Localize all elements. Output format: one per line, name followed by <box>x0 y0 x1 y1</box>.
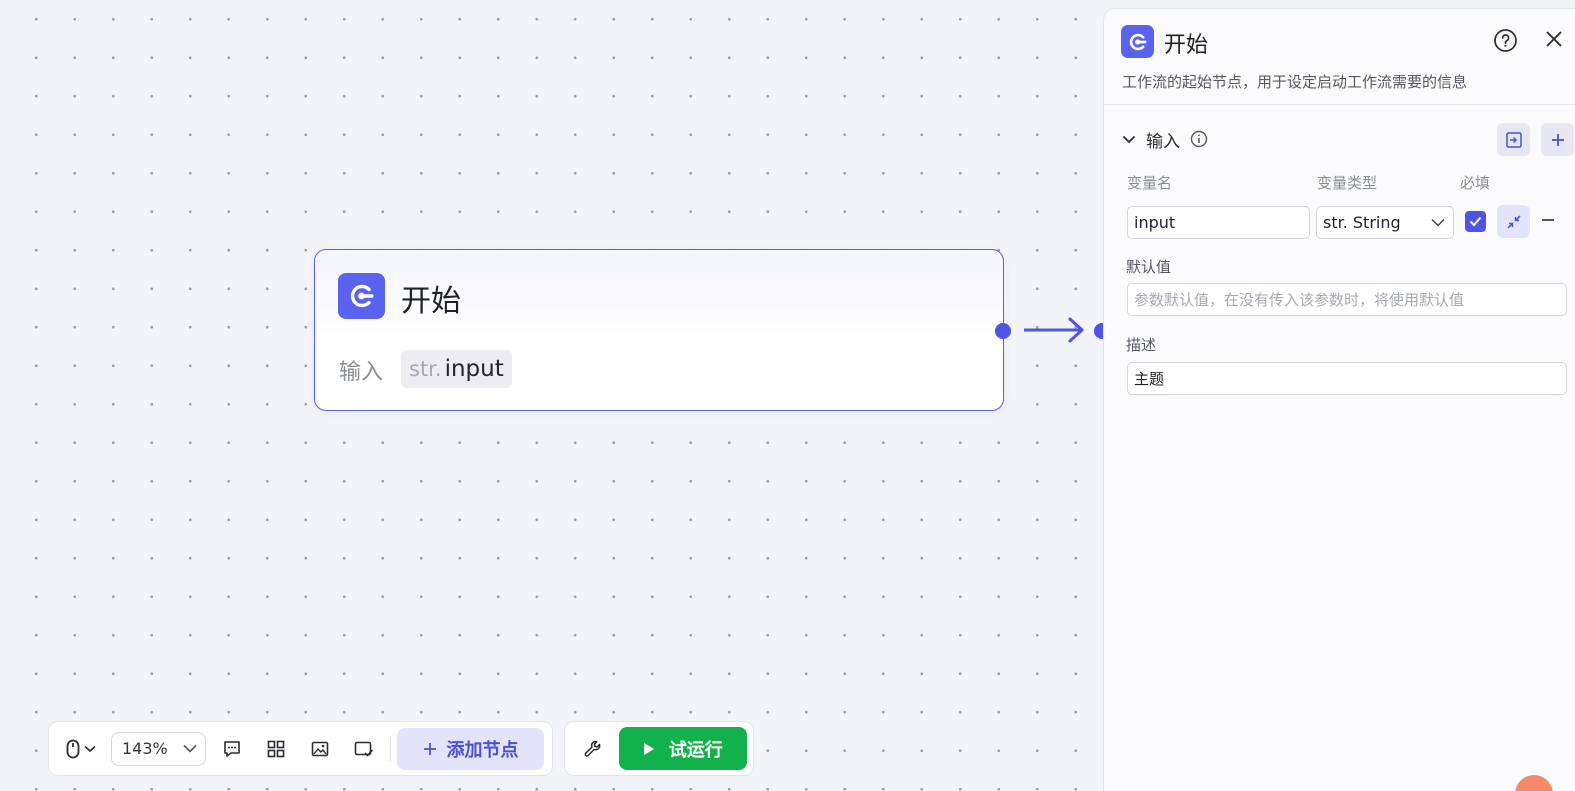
variable-type-select[interactable]: str. String <box>1316 206 1454 239</box>
add-node-label: 添加节点 <box>446 739 519 761</box>
run-toolbar: 试运行 <box>564 721 754 776</box>
layout-grid-icon <box>267 740 285 757</box>
interaction-mode-button[interactable] <box>55 729 107 769</box>
debug-tools-button[interactable] <box>571 729 615 769</box>
panel-description: 工作流的起始节点，用于设定启动工作流需要的信息 <box>1122 73 1468 91</box>
default-value-input[interactable]: 参数默认值，在没有传入该参数时，将使用默认值 <box>1127 283 1567 316</box>
description-input[interactable]: 主题 <box>1127 362 1567 395</box>
toolbar-divider <box>390 736 391 761</box>
input-section-toggle[interactable]: 输入 <box>1122 125 1208 153</box>
test-run-button[interactable]: 试运行 <box>618 727 747 770</box>
comment-icon <box>224 740 240 757</box>
help-icon <box>1494 29 1517 52</box>
test-run-label: 试运行 <box>668 739 723 761</box>
zoom-select[interactable]: 143% <box>111 731 206 766</box>
chip-name: input <box>444 356 504 382</box>
required-checkbox[interactable] <box>1465 211 1486 232</box>
auto-layout-button[interactable] <box>254 729 298 769</box>
node-input-label: 输入 <box>339 360 384 385</box>
export-image-button[interactable] <box>298 729 342 769</box>
default-value-label: 默认值 <box>1126 258 1172 276</box>
panel-title: 开始 <box>1164 33 1209 58</box>
start-node[interactable]: 开始 输入 str. input <box>314 249 1004 411</box>
mouse-icon <box>66 739 80 758</box>
plus-icon <box>1551 133 1564 146</box>
chevron-down-icon <box>1431 218 1445 227</box>
wrench-icon <box>584 740 601 757</box>
node-output-port[interactable] <box>995 323 1011 339</box>
collapse-variable-button[interactable] <box>1497 205 1530 238</box>
chevron-down-icon <box>1122 135 1136 143</box>
checkmark-icon <box>1469 216 1482 227</box>
minus-icon <box>1542 219 1554 221</box>
variable-name-input[interactable]: input <box>1127 206 1310 239</box>
chevron-down-icon <box>84 745 96 752</box>
plus-icon <box>423 742 436 755</box>
close-button[interactable] <box>1544 29 1564 53</box>
info-icon[interactable] <box>1190 130 1208 148</box>
zoom-value: 143% <box>122 739 168 758</box>
chevron-down-icon <box>183 744 197 753</box>
default-value-placeholder: 参数默认值，在没有传入该参数时，将使用默认值 <box>1134 291 1465 309</box>
add-variable-button[interactable] <box>1541 123 1574 156</box>
collapse-icon <box>1506 214 1521 229</box>
play-icon <box>643 742 654 755</box>
node-settings-panel: 开始 工作流的起始节点，用于设定启动工作流需要的信息 输入 变量名 变量类型 必… <box>1103 8 1575 791</box>
column-required: 必填 <box>1460 174 1491 192</box>
column-variable-name: 变量名 <box>1127 174 1173 192</box>
connection-arrow <box>1024 317 1084 343</box>
remove-variable-button[interactable] <box>1541 212 1555 231</box>
description-label: 描述 <box>1126 336 1157 354</box>
import-icon <box>1505 131 1522 148</box>
minimap-button[interactable] <box>342 729 386 769</box>
variable-type-value: str. String <box>1323 213 1401 232</box>
start-node-icon <box>338 273 385 319</box>
minimap-icon <box>354 741 374 757</box>
import-variables-button[interactable] <box>1497 123 1530 156</box>
input-section-title: 输入 <box>1146 131 1180 152</box>
start-node-icon <box>1121 25 1154 58</box>
image-icon <box>311 741 329 756</box>
add-node-button[interactable]: 添加节点 <box>397 727 544 770</box>
help-button[interactable] <box>1493 28 1518 57</box>
column-variable-type: 变量类型 <box>1317 174 1378 192</box>
panel-header: 开始 工作流的起始节点，用于设定启动工作流需要的信息 <box>1104 9 1575 105</box>
workflow-canvas[interactable]: 开始 输入 str. input 143% 添加节点 试运行 <box>0 0 1110 791</box>
chip-type: str. <box>409 357 442 381</box>
comment-button[interactable] <box>210 729 254 769</box>
node-variable-chip: str. input <box>401 350 512 388</box>
node-title: 开始 <box>401 284 461 319</box>
canvas-toolbar: 143% 添加节点 <box>48 721 553 776</box>
close-icon <box>1546 31 1562 47</box>
